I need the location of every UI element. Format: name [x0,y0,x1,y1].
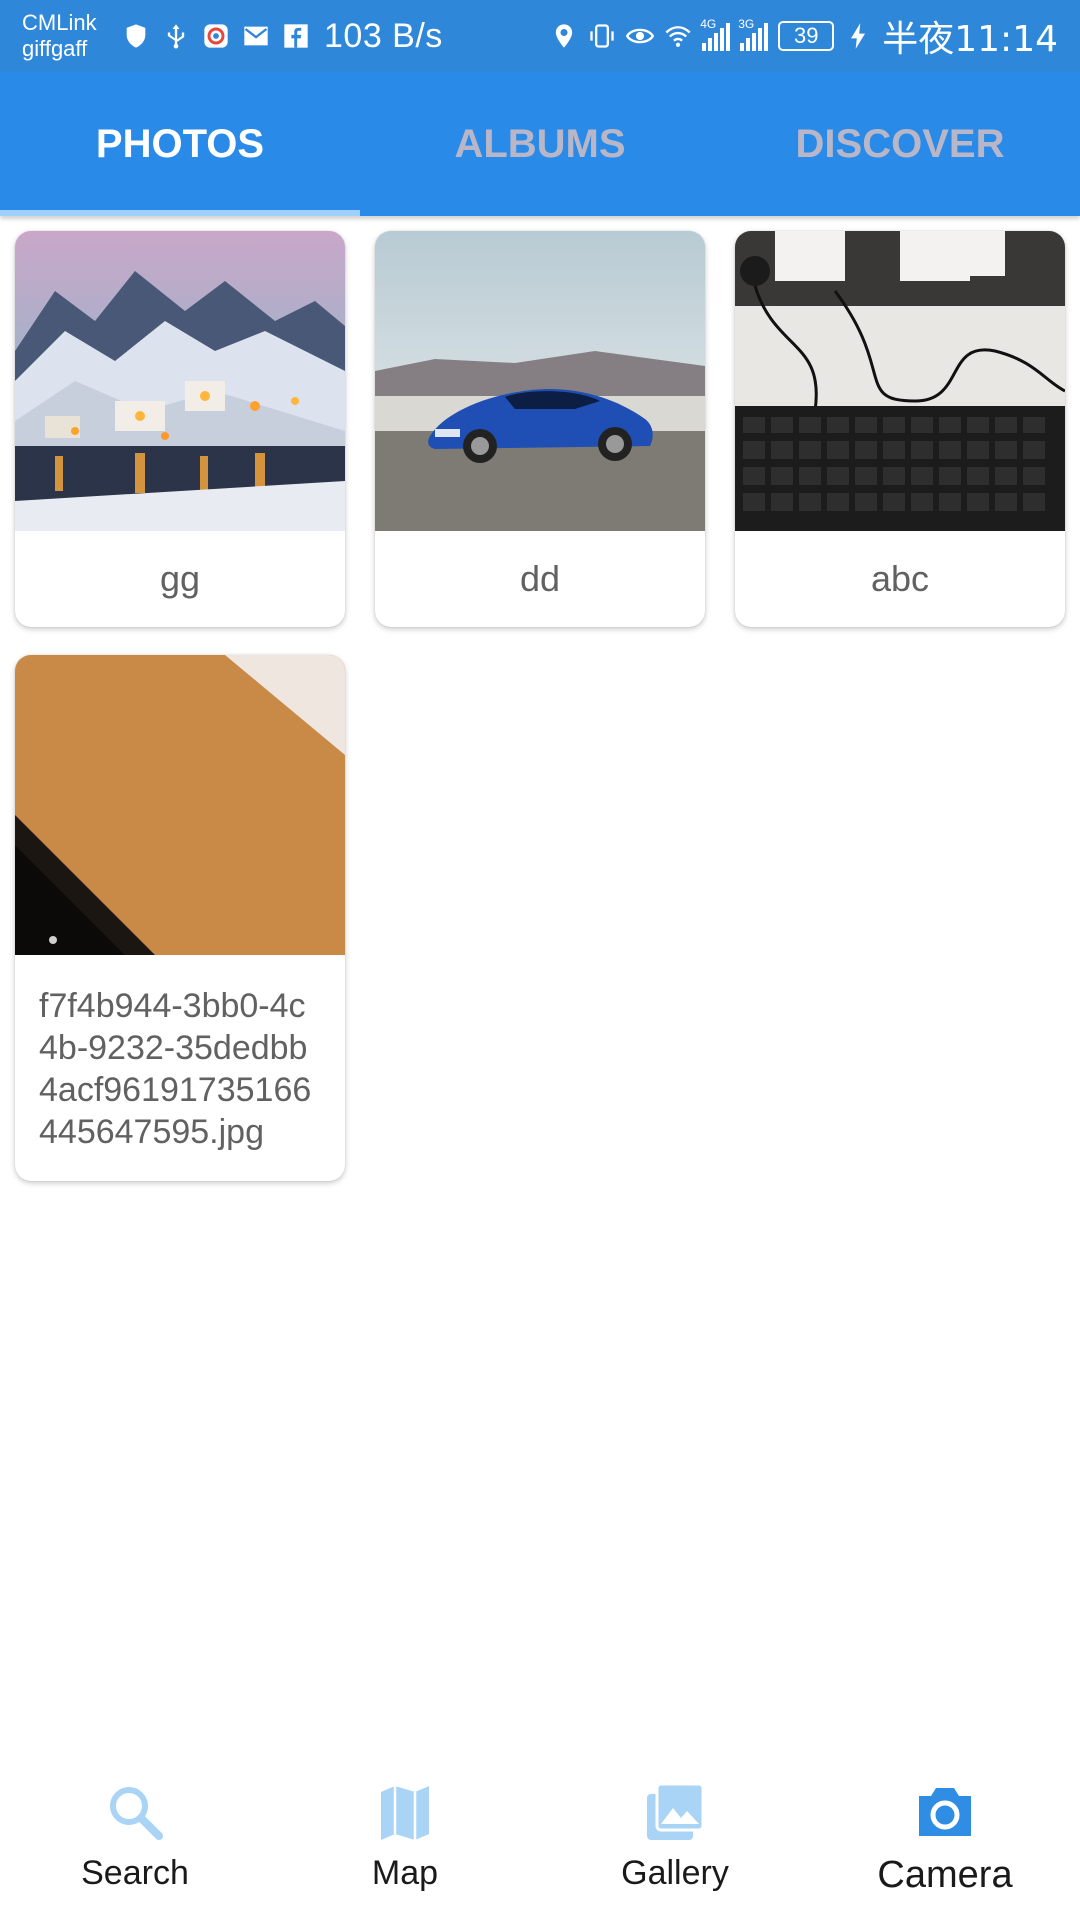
battery-level: 39 [778,21,835,51]
eye-icon [626,22,655,50]
vibrate-icon [588,22,616,50]
nav-search[interactable]: Search [0,1760,270,1920]
photo-card[interactable]: abc [735,231,1065,627]
carrier-1: CMLink [22,10,97,35]
search-icon [101,1778,169,1846]
notification-icons [122,22,310,50]
system-icons: 4G 3G 39 半夜11:14 [550,10,1058,62]
photo-grid: gg dd abc f7f4b944-3bb0-4c4b-9232-35dedb… [15,231,1065,1181]
tab-albums[interactable]: ALBUMS [360,72,720,216]
photo-caption: abc [870,558,930,599]
signal-1-tag: 4G [700,17,717,31]
signal-icon: 4G [700,17,731,51]
photo-thumbnail[interactable] [15,231,345,531]
map-icon [371,1778,439,1846]
signal-2-tag: 3G [738,17,755,31]
shield-icon [122,22,150,50]
status-bar: CMLink giffgaff 103 B/s 4G 3G 39 半夜11:14 [0,0,1080,72]
app-icon [202,22,230,50]
nav-label: Search [81,1854,189,1892]
photo-thumbnail[interactable] [15,655,345,955]
photo-thumbnail[interactable] [375,231,705,531]
tab-discover[interactable]: DISCOVER [720,72,1080,216]
photo-caption: gg [159,558,201,599]
nav-label: Camera [877,1854,1013,1896]
nav-gallery[interactable]: Gallery [540,1760,810,1920]
gallery-icon [641,1778,709,1846]
nav-map[interactable]: Map [270,1760,540,1920]
wifi-icon [664,22,692,50]
signal-icon: 3G [738,17,769,51]
bottom-navigation: Search Map Gallery Camera [0,1760,1080,1920]
charging-icon [844,22,872,50]
carrier-names: CMLink giffgaff [22,10,110,62]
camera-icon [911,1778,979,1846]
photo-caption: f7f4b944-3bb0-4c4b-9232-35dedbb4acf96191… [39,987,312,1151]
tab-bar: PHOTOS ALBUMS DISCOVER [0,72,1080,216]
location-icon [550,22,578,50]
clock: 半夜11:14 [882,19,1058,60]
tab-photos[interactable]: PHOTOS [0,72,360,216]
usb-icon [162,22,190,50]
nav-label: Map [371,1854,439,1892]
mail-icon [242,22,270,50]
photo-card[interactable]: dd [375,231,705,627]
network-speed: 103 B/s [324,16,443,55]
photo-card[interactable]: gg [15,231,345,627]
carrier-2: giffgaff [22,36,88,61]
photo-caption: dd [519,558,561,599]
nav-label: Gallery [621,1854,729,1892]
photo-thumbnail[interactable] [735,231,1065,531]
nav-camera[interactable]: Camera [810,1760,1080,1920]
photo-card[interactable]: f7f4b944-3bb0-4c4b-9232-35dedbb4acf96191… [15,655,345,1181]
facebook-icon [282,22,310,50]
